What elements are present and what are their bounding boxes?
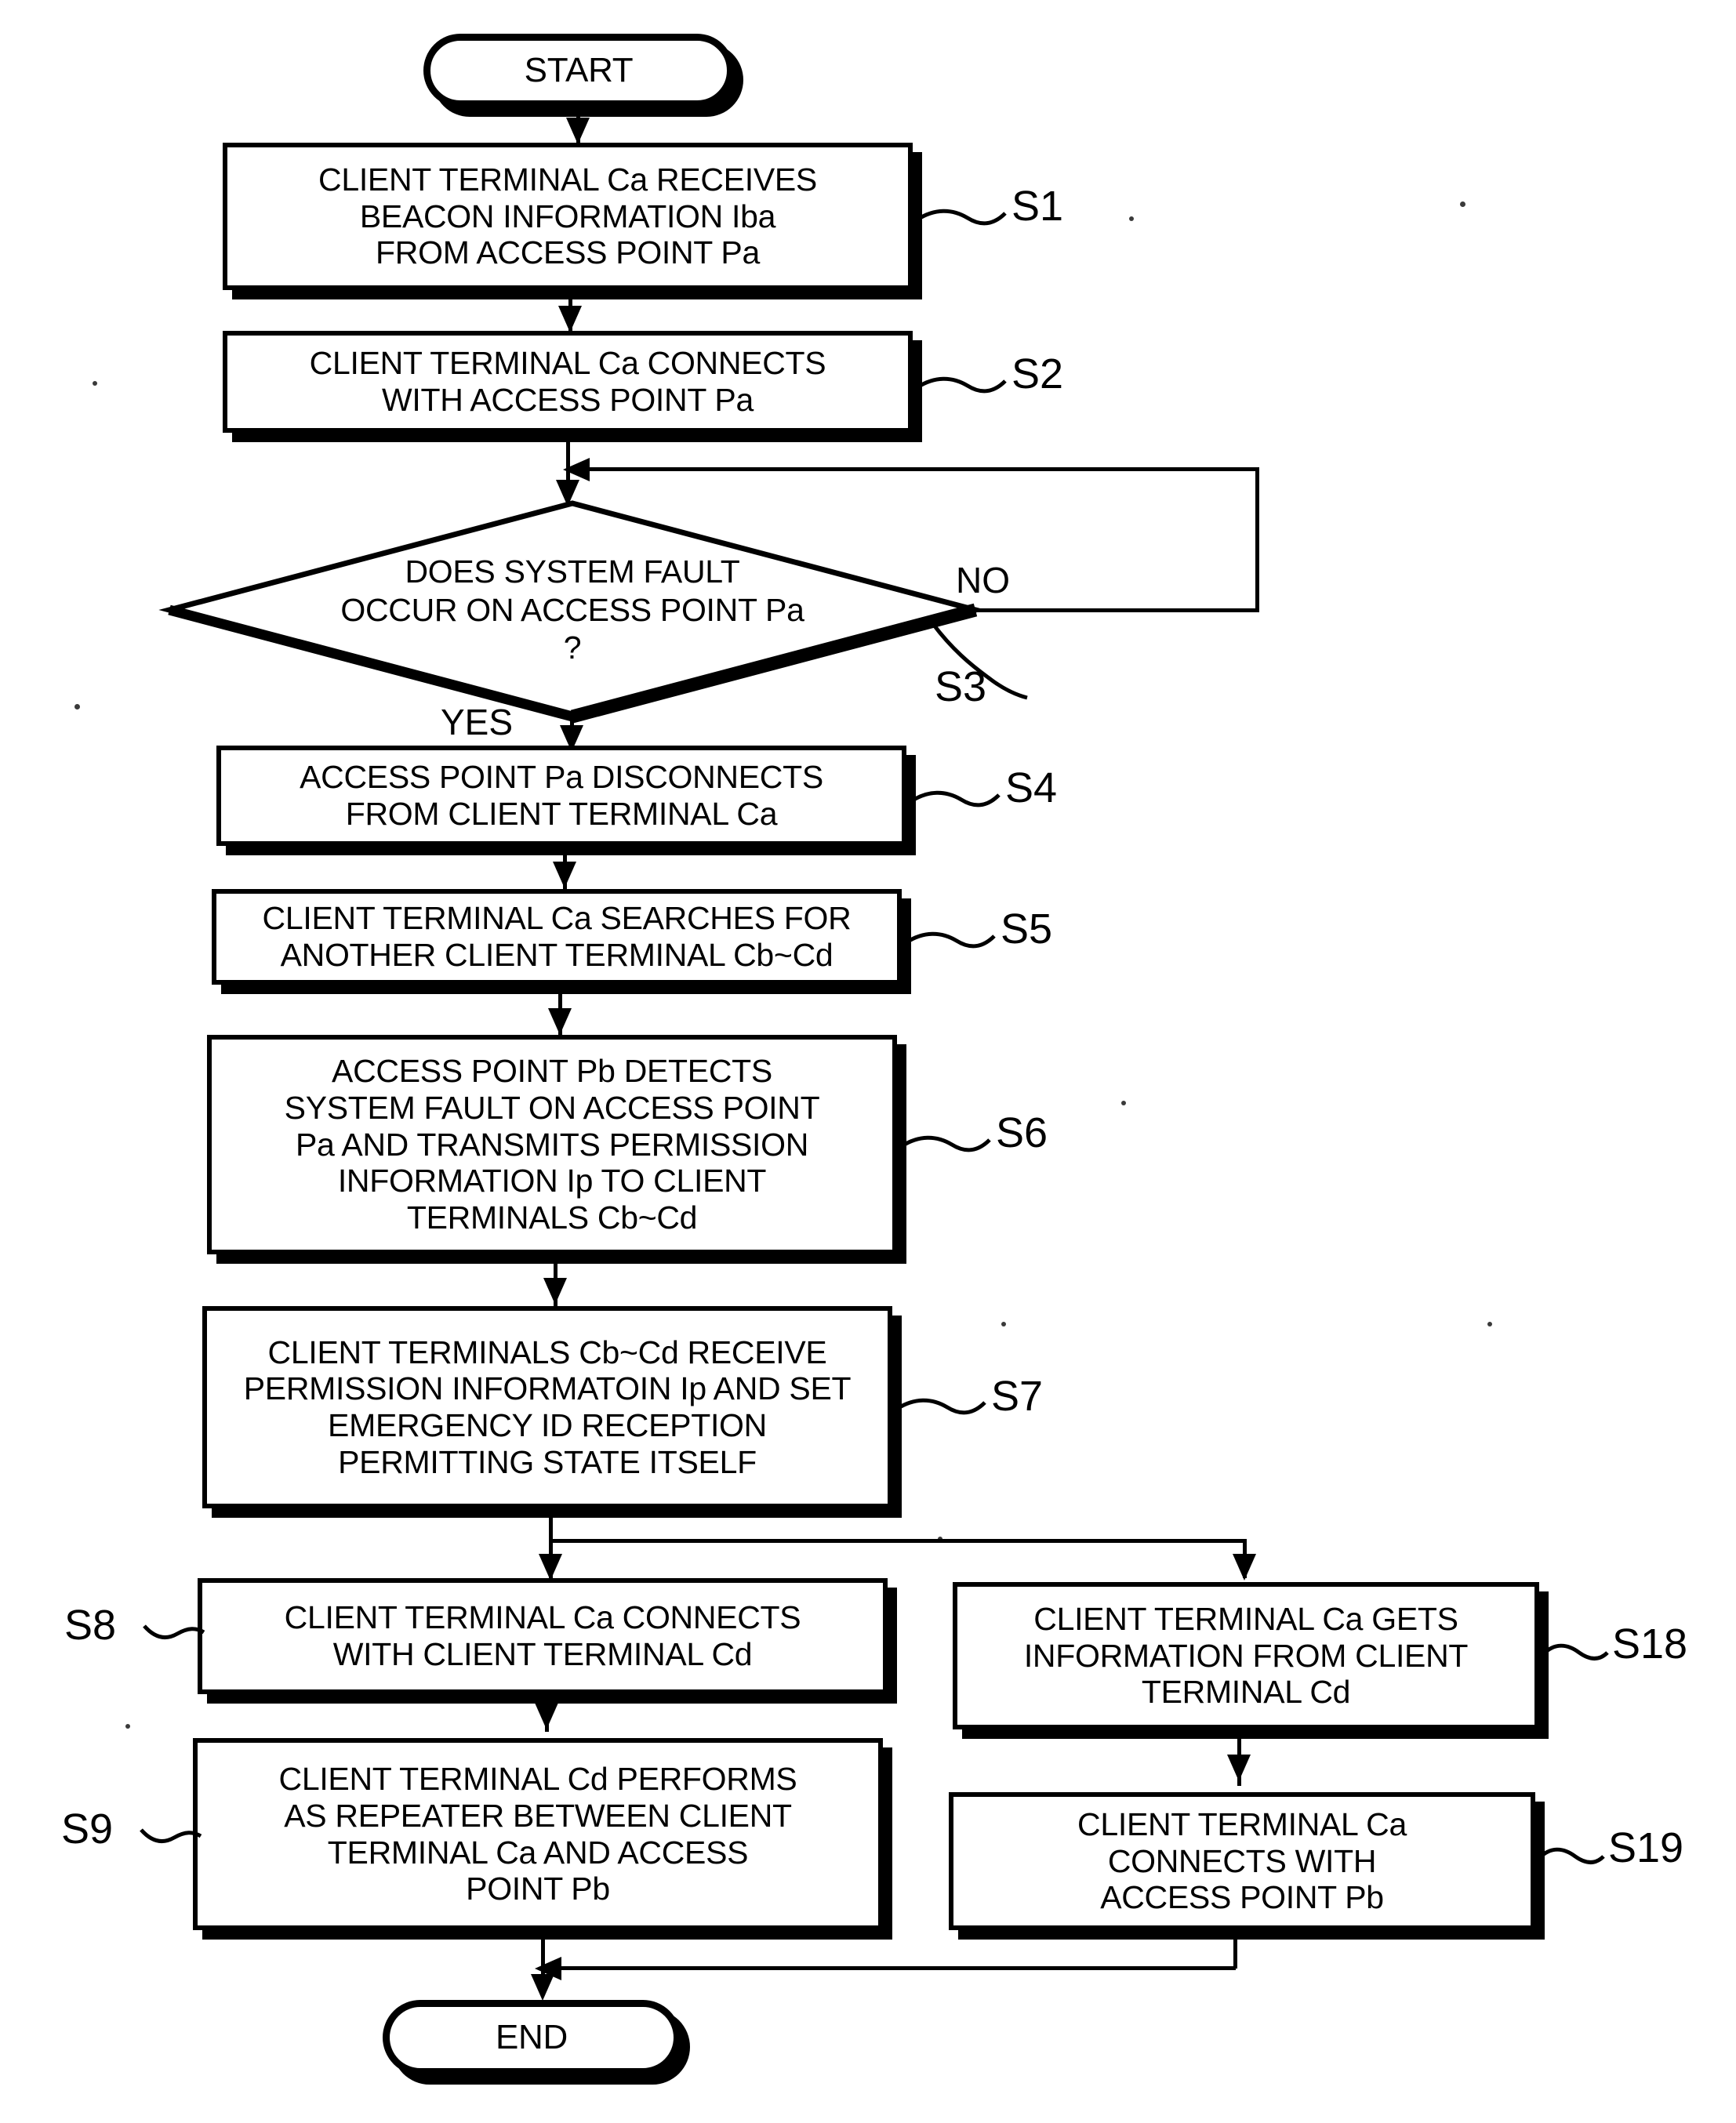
edge-s9-end-arrowhead (531, 1974, 554, 2001)
s6-node: ACCESS POINT Pb DETECTS SYSTEM FAULT ON … (207, 1035, 897, 1254)
branch-label-yes: YES (441, 702, 514, 742)
start-node: START (423, 34, 734, 107)
start-node-label: START (524, 50, 634, 89)
s3-label: DOES SYSTEM FAULT OCCUR ON ACCESS POINT … (340, 553, 804, 666)
s8-leader (143, 1615, 205, 1646)
s9-node: CLIENT TERMINAL Cd PERFORMS AS REPEATER … (193, 1738, 883, 1930)
s5-node: CLIENT TERMINAL Ca SEARCHES FOR ANOTHER … (212, 889, 902, 985)
s5-step-label: S5 (1001, 905, 1053, 953)
s9-step-label: S9 (61, 1805, 114, 1853)
s8-node: CLIENT TERMINAL Ca CONNECTS WITH CLIENT … (198, 1578, 888, 1694)
s19-node: CLIENT TERMINAL Ca CONNECTS WITH ACCESS … (949, 1792, 1535, 1930)
edge-s6-s7-arrowhead (543, 1278, 567, 1305)
s1-label: CLIENT TERMINAL Ca RECEIVES BEACON INFOR… (318, 161, 817, 271)
end-node: END (383, 2000, 681, 2075)
s2-node: CLIENT TERMINAL Ca CONNECTS WITH ACCESS … (223, 331, 913, 433)
edge-s3-no-horizontal-out (975, 608, 1259, 612)
s4-node: ACCESS POINT Pa DISCONNECTS FROM CLIENT … (216, 746, 906, 846)
edge-s5-s6-arrowhead (548, 1008, 572, 1035)
s5-label: CLIENT TERMINAL Ca SEARCHES FOR ANOTHER … (262, 900, 852, 973)
end-node-label: END (496, 2017, 568, 2056)
edge-s3-no-arrowhead (563, 458, 590, 481)
s19-step-label: S19 (1608, 1824, 1684, 1871)
edge-s3-no-vertical (1255, 467, 1259, 612)
edge-s18-s19-arrowhead (1227, 1755, 1251, 1781)
s1-leader (916, 202, 1008, 234)
s2-step-label: S2 (1011, 350, 1064, 397)
s2-label: CLIENT TERMINAL Ca CONNECTS WITH ACCESS … (309, 345, 826, 418)
s19-leader (1538, 1842, 1605, 1874)
s19-label: CLIENT TERMINAL Ca CONNECTS WITH ACCESS … (1077, 1805, 1407, 1916)
s8-step-label: S8 (64, 1602, 117, 1649)
scan-speckle (1129, 216, 1134, 221)
s1-step-label: S1 (1011, 183, 1064, 230)
edge-s1-s2-arrowhead (558, 306, 582, 332)
s1-node: CLIENT TERMINAL Ca RECEIVES BEACON INFOR… (223, 143, 913, 290)
s7-leader (895, 1392, 988, 1423)
s18-node: CLIENT TERMINAL Ca GETS INFORMATION FROM… (953, 1582, 1539, 1729)
s7-label: CLIENT TERMINALS Cb~Cd RECEIVE PERMISSIO… (243, 1334, 852, 1480)
s6-step-label: S6 (996, 1109, 1048, 1156)
s4-label: ACCESS POINT Pa DISCONNECTS FROM CLIENT … (300, 759, 823, 832)
s7-node: CLIENT TERMINALS Cb~Cd RECEIVE PERMISSIO… (202, 1306, 892, 1508)
edge-s8-s9-arrowhead (535, 1703, 558, 1729)
scan-speckle (1001, 1322, 1006, 1326)
branch-label-no: NO (956, 560, 1010, 601)
flowchart-canvas: START CLIENT TERMINAL Ca RECEIVES BEACON… (0, 0, 1736, 2123)
edge-start-s1-arrowhead (566, 118, 590, 144)
scan-speckle (1487, 1322, 1492, 1326)
s18-step-label: S18 (1612, 1620, 1688, 1668)
edge-s7-s8-arrowhead (539, 1554, 562, 1580)
s4-leader (910, 784, 1002, 815)
scan-speckle (74, 704, 80, 709)
s5-leader (905, 925, 997, 956)
s2-leader (916, 370, 1008, 401)
edge-s19-merge-horizontal (541, 1966, 1236, 1970)
s3-decision-node: DOES SYSTEM FAULT OCCUR ON ACCESS POINT … (158, 500, 986, 724)
edge-s4-s5-arrowhead (553, 862, 576, 888)
s9-leader (140, 1819, 202, 1850)
s6-leader (900, 1129, 993, 1160)
s18-label: CLIENT TERMINAL Ca GETS INFORMATION FROM… (1023, 1600, 1469, 1711)
s4-step-label: S4 (1005, 764, 1058, 811)
edge-s19-merge-drop (1233, 1930, 1237, 1969)
s18-leader (1542, 1639, 1609, 1670)
s7-step-label: S7 (991, 1373, 1044, 1420)
edge-s7-split-stem (549, 1518, 553, 1541)
scan-speckle (1121, 1101, 1126, 1105)
s3-step-label: S3 (935, 663, 987, 710)
s9-label: CLIENT TERMINAL Cd PERFORMS AS REPEATER … (278, 1761, 797, 1907)
edge-s7-s18-arrowhead (1233, 1554, 1256, 1580)
edge-s3-no-return (580, 467, 1259, 471)
scan-speckle (93, 381, 97, 386)
s6-label: ACCESS POINT Pb DETECTS SYSTEM FAULT ON … (284, 1053, 820, 1236)
scan-speckle (1460, 201, 1465, 207)
s8-label: CLIENT TERMINAL Ca CONNECTS WITH CLIENT … (284, 1599, 801, 1672)
scan-speckle (125, 1724, 130, 1729)
edge-s7-split-horizontal (549, 1539, 1247, 1543)
